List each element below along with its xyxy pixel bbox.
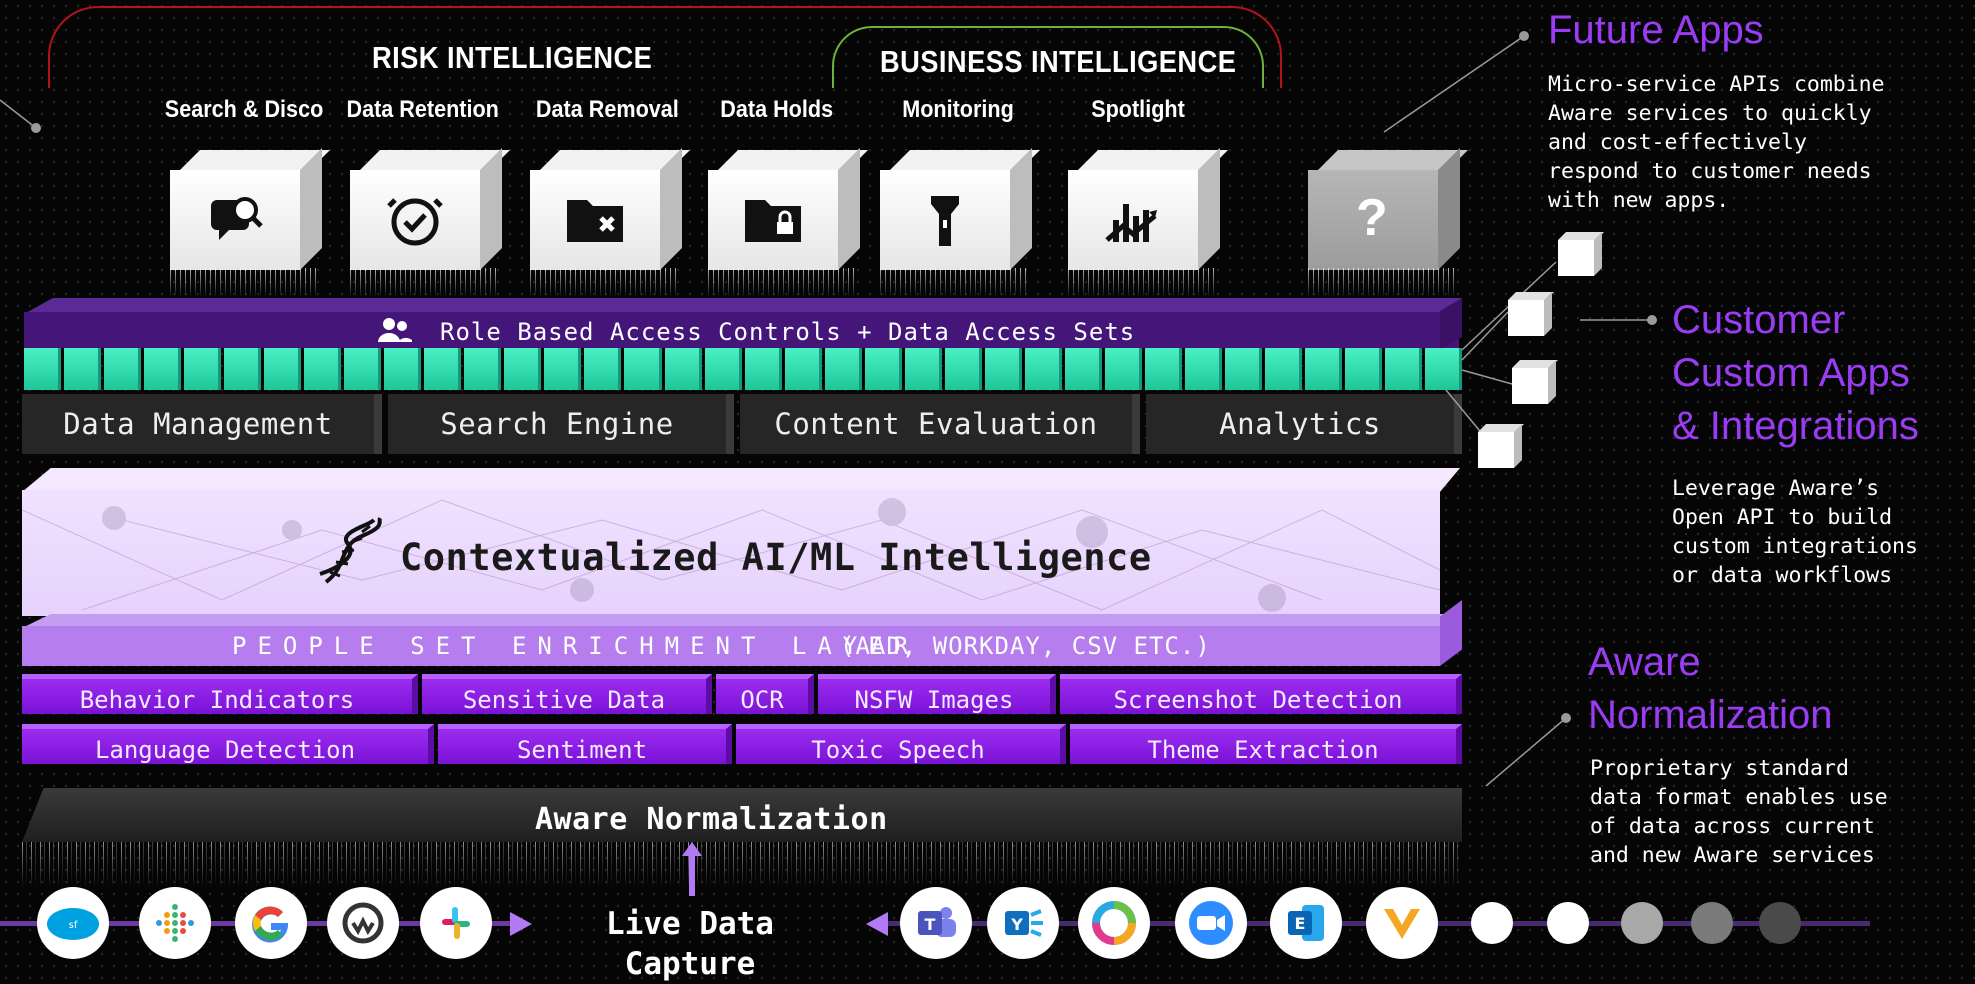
future-apps-heading: Future Apps xyxy=(1548,8,1764,52)
custom-heading-line2: Custom Apps xyxy=(1672,351,1910,395)
custom-app-cube-3[interactable] xyxy=(1512,360,1558,404)
normalization-heading-line2: Normalization xyxy=(1588,693,1833,737)
custom-heading-line3: & Integrations xyxy=(1672,404,1919,448)
custom-apps-heading: Customer Custom Apps & Integrations xyxy=(1672,294,1919,453)
custom-app-cube-2[interactable] xyxy=(1508,292,1554,336)
future-apps-desc: Micro-service APIs combine Aware service… xyxy=(1548,72,1885,213)
custom-heading-line1: Customer xyxy=(1672,298,1846,342)
aware-normalization-desc: Proprietary standard data format enables… xyxy=(1590,756,1888,868)
normalization-heading-line1: Aware xyxy=(1588,640,1701,684)
custom-apps-desc: Leverage Aware’s Open API to build custo… xyxy=(1672,476,1918,588)
custom-app-cube-1[interactable] xyxy=(1558,232,1604,276)
custom-app-cube-4[interactable] xyxy=(1478,424,1524,468)
aware-normalization-heading: Aware Normalization xyxy=(1588,636,1833,742)
